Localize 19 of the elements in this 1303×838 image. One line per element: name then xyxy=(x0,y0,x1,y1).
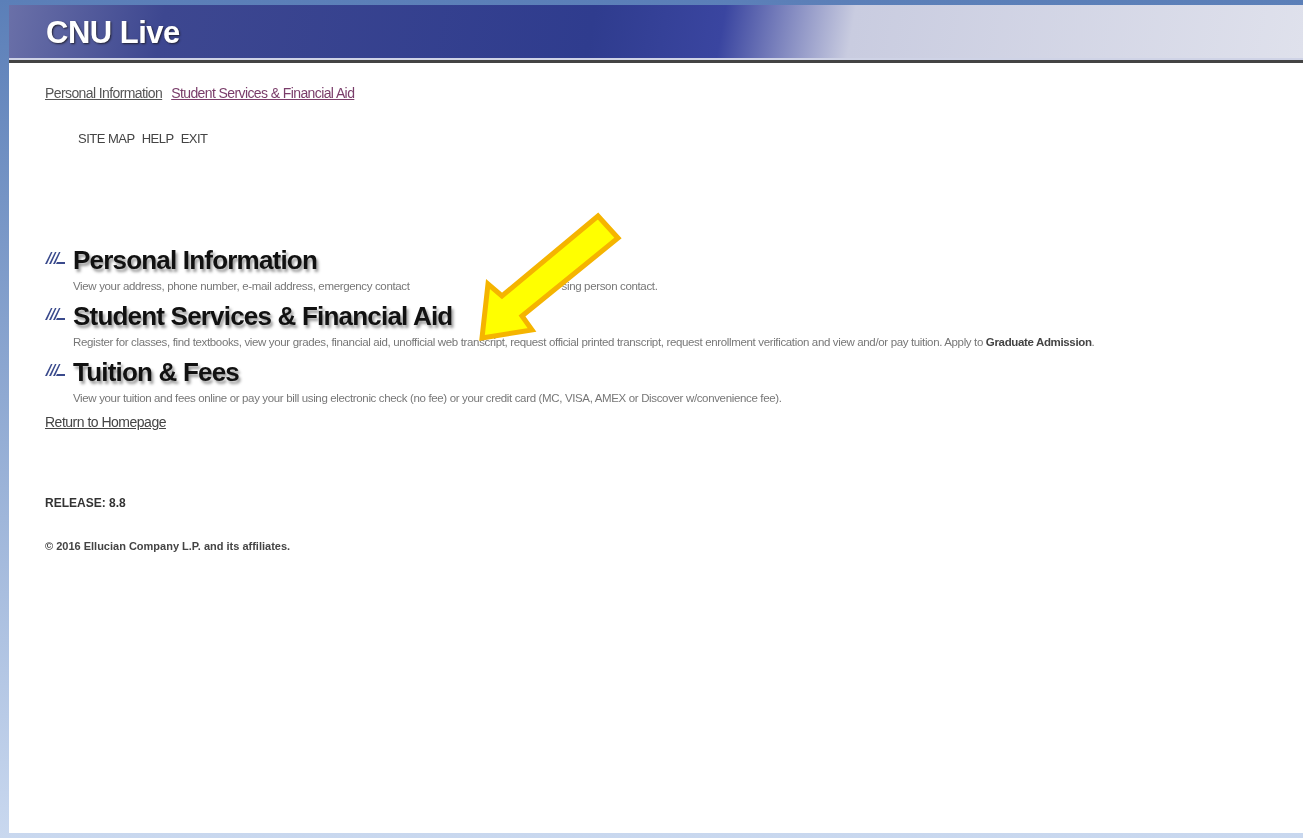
release-label: RELEASE: 8.8 xyxy=(45,496,127,510)
return-link[interactable]: Return to Homepage xyxy=(45,414,166,430)
utility-link[interactable]: HELP xyxy=(141,131,174,146)
site-title: CNU Live xyxy=(46,14,180,51)
utility-link[interactable]: EXIT xyxy=(180,131,208,146)
menu-description: View your tuition and fees online or pay your bill using electronic check (no fee) or your credit card (MC, VISA, AMEX or Discover w/convenience fee). xyxy=(73,392,782,404)
menu-description: View your address, phone number, e-mail address, emergency contact xyxy=(73,280,410,292)
menu-heading-link[interactable]: Student Services & Financial Aid xyxy=(73,300,453,332)
stripes-icon xyxy=(45,252,65,264)
menu-heading-link[interactable]: Tuition & Fees xyxy=(73,356,239,388)
menu-description: Register for classes, find textbooks, view your grades, financial aid, unofficial web transcript, request official printed transcript, request enrollment verification and view and/or pay tuition. Apply to Graduate Admission. xyxy=(73,336,1095,348)
stripes-icon xyxy=(45,308,65,320)
nav-link[interactable]: Personal Information xyxy=(45,85,163,101)
utility-link[interactable]: SITE MAP xyxy=(78,131,135,146)
menu-heading-link[interactable]: Personal Information xyxy=(73,244,318,276)
copyright-text: © 2016 Ellucian Company L.P. and its affiliates. xyxy=(45,540,292,552)
nav-link[interactable]: Student Services & Financial Aid xyxy=(171,85,355,101)
menu-description: sing person contact. xyxy=(561,280,658,292)
stripes-icon xyxy=(45,364,65,376)
